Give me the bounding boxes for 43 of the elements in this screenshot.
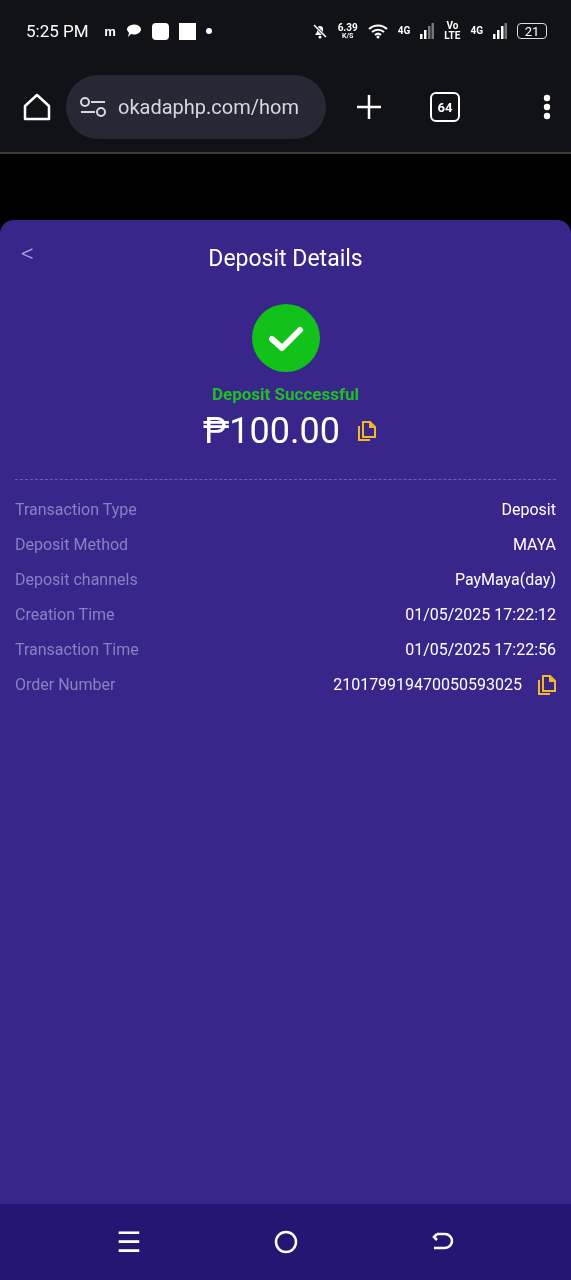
network-type: 4G <box>470 26 483 36</box>
volte-label: LTE <box>444 31 461 41</box>
muted-bell-icon <box>311 23 328 39</box>
wifi-icon <box>367 23 388 39</box>
success-check-icon <box>251 304 320 372</box>
detail-label: Order Number <box>15 675 116 694</box>
battery-level: 21 <box>517 23 547 39</box>
dot-icon <box>205 28 212 34</box>
net-speed: 6.39 <box>337 22 358 33</box>
status-text: Deposit Successful <box>211 384 360 404</box>
app-square-icon <box>151 22 169 40</box>
detail-label: Transaction Time <box>15 640 139 659</box>
detail-label: Deposit channels <box>15 570 138 589</box>
network-type: 4G <box>397 26 411 36</box>
menu-button[interactable]: ☰ <box>116 1225 142 1259</box>
clock: 5:25 PM <box>26 21 89 41</box>
detail-label: Deposit Method <box>15 535 129 554</box>
amount: ₱100.00 <box>203 410 340 452</box>
detail-label: Creation Time <box>15 605 115 624</box>
detail-value: PayMaya(day) <box>454 570 556 589</box>
home-icon[interactable] <box>22 92 52 122</box>
detail-label: Transaction Type <box>15 500 137 519</box>
page-title: Deposit Details <box>208 244 363 272</box>
detail-value: 210179919470050593025 <box>333 675 522 694</box>
signal-icon <box>493 23 507 39</box>
copy-icon[interactable] <box>538 674 556 695</box>
square-icon <box>178 22 196 40</box>
back-button[interactable]: < <box>21 238 35 268</box>
volte-label: Vo <box>446 21 459 31</box>
detail-value: MAYA <box>512 535 556 554</box>
signal-icon <box>420 23 435 39</box>
detail-value: 01/05/2025 17:22:12 <box>405 605 556 624</box>
address-bar[interactable]: okadaphp.com/hom <box>66 75 326 139</box>
site-settings-icon[interactable] <box>80 96 106 118</box>
app-letter: m <box>104 23 116 39</box>
detail-value: Deposit <box>501 500 556 519</box>
tab-count-button[interactable]: 64 <box>430 92 460 122</box>
more-menu-icon[interactable] <box>543 94 551 120</box>
chat-icon <box>125 24 142 38</box>
detail-value: 01/05/2025 17:22:56 <box>405 640 556 659</box>
home-button-icon[interactable] <box>274 1230 299 1254</box>
new-tab-icon[interactable] <box>356 94 382 120</box>
copy-icon[interactable] <box>358 421 376 441</box>
